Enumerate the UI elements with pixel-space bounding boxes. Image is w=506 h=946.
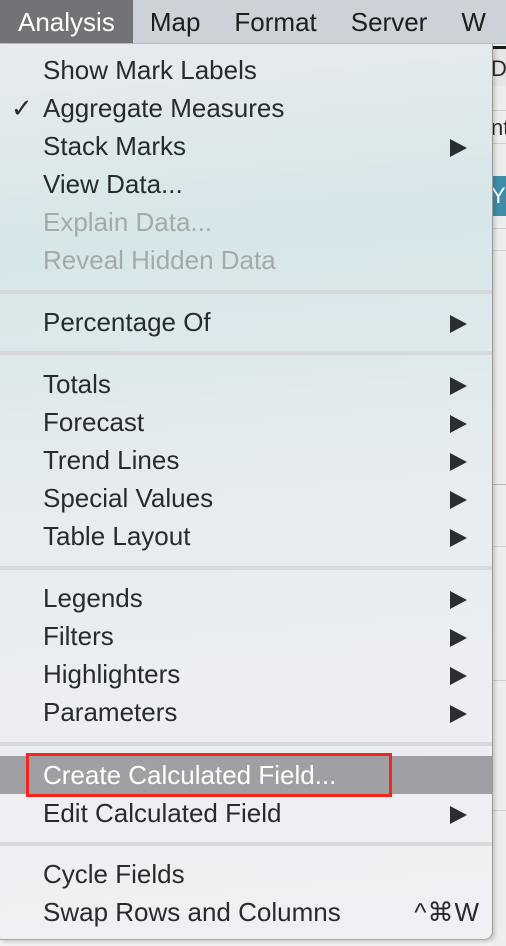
menu-item-legends[interactable]: Legends: [0, 579, 492, 617]
menu-item-label: Swap Rows and Columns: [43, 897, 341, 927]
menu-item-parameters[interactable]: Parameters: [0, 693, 492, 731]
menubar-server[interactable]: Server: [334, 0, 445, 43]
submenu-arrow-icon: [450, 705, 467, 723]
menu-item-swap-rows-and-columns[interactable]: Swap Rows and Columns ^⌘W: [0, 893, 492, 931]
menu-item-label: Create Calculated Field...: [43, 760, 337, 790]
menu-separator: [0, 290, 492, 294]
menu-item-view-data[interactable]: View Data...: [0, 165, 492, 203]
menu-item-label: Highlighters: [43, 659, 181, 689]
menu-item-label: Aggregate Measures: [43, 93, 285, 123]
menu-item-label: Reveal Hidden Data: [43, 245, 276, 275]
menubar-analysis[interactable]: Analysis: [0, 0, 133, 43]
submenu-arrow-icon: [450, 315, 467, 333]
menubar-map[interactable]: Map: [133, 0, 218, 43]
submenu-arrow-icon: [450, 139, 467, 157]
menu-item-totals[interactable]: Totals: [0, 365, 492, 403]
background-divider: [491, 680, 506, 681]
menu-item-label: Forecast: [43, 407, 145, 437]
background-cell: nt: [491, 110, 506, 144]
background-divider: [491, 228, 506, 229]
menu-item-table-layout[interactable]: Table Layout: [0, 517, 492, 555]
background-sheet-strip: D- nt YO: [491, 44, 506, 946]
menu-item-highlighters[interactable]: Highlighters: [0, 655, 492, 693]
menu-separator: [0, 351, 492, 355]
menu-item-label: Filters: [43, 621, 114, 651]
background-divider: [491, 546, 506, 547]
screen: D- nt YO Analysis Map Format Server W Sh…: [0, 0, 506, 946]
keyboard-shortcut: ^⌘W: [414, 897, 480, 927]
menu-item-create-calculated-field[interactable]: Create Calculated Field...: [0, 756, 492, 794]
submenu-arrow-icon: [450, 491, 467, 509]
background-divider: [491, 484, 506, 485]
menu-item-cycle-fields[interactable]: Cycle Fields: [0, 855, 492, 893]
menu-item-edit-calculated-field[interactable]: Edit Calculated Field: [0, 794, 492, 832]
background-selected-cell[interactable]: YO: [491, 176, 506, 216]
checkmark-icon: ✓: [11, 93, 33, 123]
menu-item-label: Special Values: [43, 483, 214, 513]
menu-item-trend-lines[interactable]: Trend Lines: [0, 441, 492, 479]
menu-item-label: Stack Marks: [43, 131, 187, 161]
menu-item-show-mark-labels[interactable]: Show Mark Labels: [0, 51, 492, 89]
submenu-arrow-icon: [450, 529, 467, 547]
menu-item-label: Table Layout: [43, 521, 191, 551]
menu-item-label: Legends: [43, 583, 143, 613]
menu-separator: [0, 842, 492, 846]
menu-item-label: Show Mark Labels: [43, 55, 257, 85]
menu-item-label: Cycle Fields: [43, 859, 185, 889]
background-divider: [491, 250, 506, 251]
menu-item-special-values[interactable]: Special Values: [0, 479, 492, 517]
submenu-arrow-icon: [450, 667, 467, 685]
analysis-menu: Show Mark Labels ✓ Aggregate Measures St…: [0, 44, 493, 940]
menu-item-explain-data: Explain Data...: [0, 203, 492, 241]
menu-item-label: Totals: [43, 369, 111, 399]
submenu-arrow-icon: [450, 806, 467, 824]
menubar-format[interactable]: Format: [217, 0, 333, 43]
menu-item-label: View Data...: [43, 169, 183, 199]
submenu-arrow-icon: [450, 629, 467, 647]
menubar-window[interactable]: W: [444, 0, 503, 43]
menu-item-forecast[interactable]: Forecast: [0, 403, 492, 441]
menu-item-stack-marks[interactable]: Stack Marks: [0, 127, 492, 165]
menu-item-label: Explain Data...: [43, 207, 213, 237]
menu-item-label: Edit Calculated Field: [43, 798, 282, 828]
menu-item-aggregate-measures[interactable]: ✓ Aggregate Measures: [0, 89, 492, 127]
menu-item-reveal-hidden-data: Reveal Hidden Data: [0, 241, 492, 279]
submenu-arrow-icon: [450, 377, 467, 395]
menu-item-label: Parameters: [43, 697, 178, 727]
background-tab[interactable]: D-: [491, 46, 506, 86]
menu-bar: Analysis Map Format Server W: [0, 0, 506, 44]
submenu-arrow-icon: [450, 453, 467, 471]
menu-separator: [0, 566, 492, 570]
menu-separator: [0, 742, 492, 746]
submenu-arrow-icon: [450, 415, 467, 433]
background-divider: [491, 810, 506, 811]
submenu-arrow-icon: [450, 591, 467, 609]
menu-item-label: Trend Lines: [43, 445, 180, 475]
menu-item-label: Percentage Of: [43, 307, 211, 337]
menu-item-filters[interactable]: Filters: [0, 617, 492, 655]
menu-item-percentage-of[interactable]: Percentage Of: [0, 303, 492, 341]
